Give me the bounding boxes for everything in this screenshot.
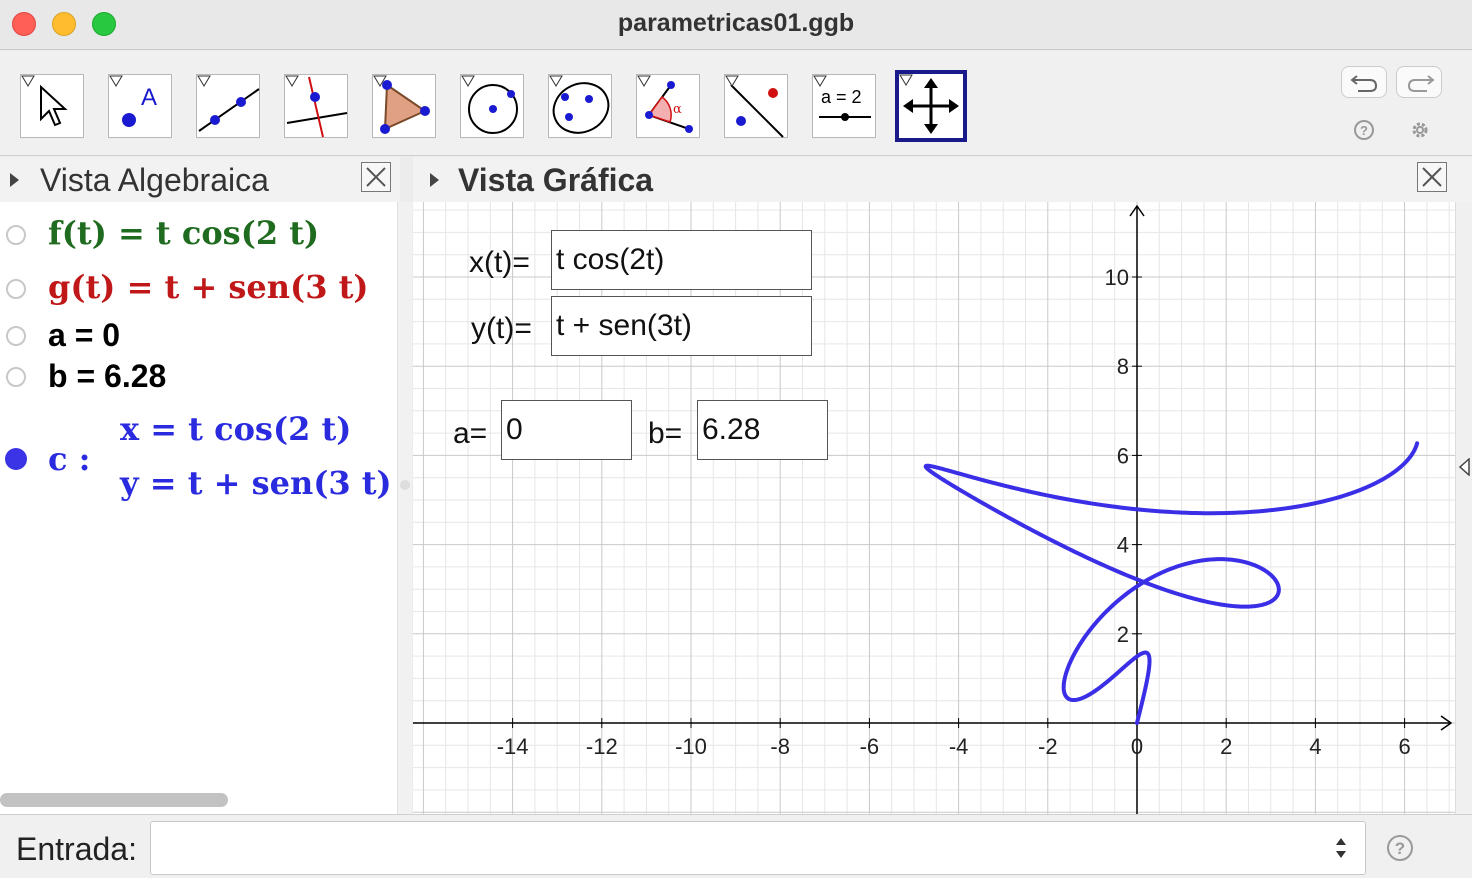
- dropdown-triangle-icon: [899, 74, 913, 86]
- graphics-view-header: Vista Gráfica: [413, 157, 1472, 202]
- y-function-label: y(t)=: [471, 312, 532, 345]
- redo-button[interactable]: [1396, 66, 1442, 98]
- close-graphics-view-button[interactable]: [1417, 162, 1447, 192]
- a-input[interactable]: 0: [501, 400, 632, 460]
- graphics-view[interactable]: -14 -12 -10 -8 -6 -4 -2 0 2 4 6 2 4 6 8 10 x(t)= t cos(…: [413, 202, 1455, 814]
- toolbar: A α a = 2 ?: [0, 51, 1472, 156]
- input-field[interactable]: [150, 821, 1366, 875]
- visibility-toggle-c[interactable]: [5, 448, 27, 470]
- y-tick-label: 8: [1117, 354, 1129, 379]
- x-tick-label: -12: [586, 734, 618, 759]
- algebra-view: f(t) = t cos(2 t) g(t) = t + sen(3 t) a …: [0, 202, 397, 814]
- circle-tool-button[interactable]: [460, 74, 524, 138]
- x-tick-label: -10: [675, 734, 707, 759]
- dropdown-triangle-icon: [373, 75, 387, 87]
- help-icon[interactable]: ?: [1353, 119, 1375, 141]
- y-function-input[interactable]: t + sen(3t): [551, 296, 812, 356]
- line-tool-button[interactable]: [196, 74, 260, 138]
- algebra-row-c-y[interactable]: y = t + sen(3 t): [120, 464, 392, 502]
- dropdown-triangle-icon: [725, 75, 739, 87]
- history-stepper-icon[interactable]: [1333, 835, 1349, 861]
- algebra-row-c-label[interactable]: c :: [48, 440, 90, 478]
- algebra-view-header: Vista Algebraica: [0, 157, 400, 202]
- b-input[interactable]: 6.28: [697, 400, 828, 460]
- x-tick-label: -14: [497, 734, 529, 759]
- x-tick-label: -6: [860, 734, 880, 759]
- algebra-row-b[interactable]: b = 6.28: [48, 358, 166, 395]
- y-tick-label: 4: [1117, 533, 1129, 558]
- x-tick-label: -4: [949, 734, 969, 759]
- algebra-view-title: Vista Algebraica: [40, 162, 269, 198]
- x-tick-label: 4: [1309, 734, 1321, 759]
- algebra-splitter[interactable]: [397, 202, 412, 814]
- point-tool-button[interactable]: A: [108, 74, 172, 138]
- y-tick-label: 2: [1117, 622, 1129, 647]
- splitter-handle[interactable]: [400, 480, 410, 490]
- dropdown-triangle-icon: [21, 75, 35, 87]
- reflect-tool-button[interactable]: [724, 74, 788, 138]
- y-tick-label: 6: [1117, 443, 1129, 468]
- algebra-row-c-x[interactable]: x = t cos(2 t): [120, 410, 351, 448]
- x-tick-label: 6: [1398, 734, 1410, 759]
- algebra-row-a[interactable]: a = 0: [48, 317, 120, 354]
- svg-text:?: ?: [1360, 123, 1368, 138]
- svg-text:?: ?: [1395, 839, 1405, 858]
- dropdown-triangle-icon: [285, 75, 299, 87]
- algebra-horizontal-scrollbar[interactable]: [0, 793, 228, 807]
- x-tick-label: 0: [1131, 734, 1143, 759]
- polygon-tool-button[interactable]: [372, 74, 436, 138]
- dropdown-triangle-icon: [109, 75, 123, 87]
- visibility-toggle-a[interactable]: [6, 326, 26, 346]
- collapse-triangle-icon[interactable]: [8, 172, 20, 188]
- close-icon: [366, 167, 386, 187]
- dropdown-triangle-icon: [461, 75, 475, 87]
- visibility-toggle-b[interactable]: [6, 367, 26, 387]
- graphics-side-strip: [1455, 202, 1472, 814]
- title-bar: parametricas01.ggb: [0, 0, 1472, 50]
- input-help-icon[interactable]: ?: [1386, 834, 1414, 862]
- dropdown-triangle-icon: [637, 75, 651, 87]
- svg-text:α: α: [673, 102, 682, 117]
- expand-panel-triangle-icon[interactable]: [1458, 458, 1470, 476]
- x-function-input[interactable]: t cos(2t): [551, 230, 812, 290]
- close-icon: [1422, 167, 1442, 187]
- b-label: b=: [648, 417, 683, 450]
- x-function-label: x(t)=: [469, 246, 530, 279]
- move-graphics-view-tool-button[interactable]: [895, 70, 967, 142]
- input-label: Entrada:: [16, 831, 137, 867]
- x-tick-label: -8: [770, 734, 790, 759]
- slider-tool-button[interactable]: a = 2: [812, 74, 876, 138]
- y-tick-label: 10: [1105, 265, 1129, 290]
- coordinate-plane[interactable]: -14 -12 -10 -8 -6 -4 -2 0 2 4 6 2 4 6 8 10: [413, 202, 1455, 814]
- angle-tool-button[interactable]: α: [636, 74, 700, 138]
- move-tool-button[interactable]: [20, 74, 84, 138]
- dropdown-triangle-icon: [549, 75, 563, 87]
- perpendicular-line-tool-button[interactable]: [284, 74, 348, 138]
- conic-tool-button[interactable]: [548, 74, 612, 138]
- settings-gear-icon[interactable]: [1409, 119, 1431, 141]
- svg-text:a = 2: a = 2: [821, 87, 862, 107]
- a-label: a=: [453, 417, 488, 450]
- x-tick-label: 2: [1220, 734, 1232, 759]
- undo-button[interactable]: [1341, 66, 1387, 98]
- redo-icon: [1407, 75, 1435, 92]
- input-bar: Entrada: ?: [0, 814, 1472, 878]
- parametric-curve-c[interactable]: [923, 441, 1420, 725]
- svg-text:A: A: [141, 84, 157, 111]
- visibility-toggle-f[interactable]: [6, 225, 26, 245]
- dropdown-triangle-icon: [197, 75, 211, 87]
- dropdown-triangle-icon: [813, 75, 827, 87]
- x-tick-label: -2: [1038, 734, 1058, 759]
- collapse-triangle-icon[interactable]: [428, 172, 440, 188]
- close-algebra-view-button[interactable]: [361, 162, 391, 192]
- algebra-row-f[interactable]: f(t) = t cos(2 t): [48, 214, 319, 252]
- algebra-row-g[interactable]: g(t) = t + sen(3 t): [48, 268, 369, 306]
- graphics-view-title: Vista Gráfica: [458, 162, 654, 198]
- window-title: parametricas01.ggb: [617, 9, 855, 37]
- undo-icon: [1350, 75, 1378, 92]
- visibility-toggle-g[interactable]: [6, 279, 26, 299]
